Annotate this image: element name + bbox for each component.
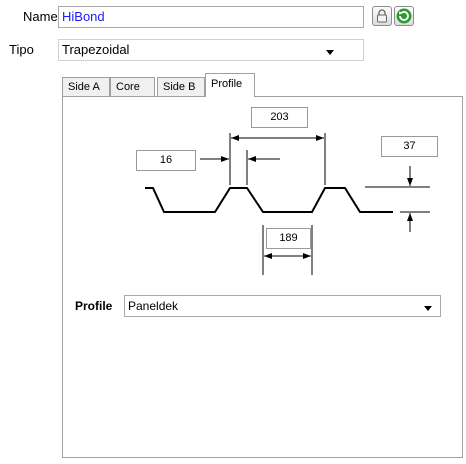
dim-189-arrowhead-right <box>303 253 311 259</box>
trapezoid-profile-line <box>145 187 393 213</box>
dim-189-box[interactable]: 189 <box>266 228 311 249</box>
dim-189-arrowhead-left <box>264 253 272 259</box>
dim-16-box[interactable]: 16 <box>136 150 196 171</box>
profile-select[interactable]: Paneldek <box>124 295 441 317</box>
dim-37-arrowhead-top <box>407 178 413 186</box>
dim-16-arrowhead-left <box>221 156 229 162</box>
profile-select-value: Paneldek <box>128 299 179 313</box>
profile-select-label: Profile <box>75 299 113 313</box>
dim-37-arrowhead-bottom <box>407 213 413 221</box>
profile-chevron-down-icon[interactable] <box>424 306 432 311</box>
dim-203-box[interactable]: 203 <box>251 107 308 128</box>
dim-203-arrowhead-left <box>231 135 239 141</box>
dim-16-arrowhead-right <box>248 156 256 162</box>
dim-37-box[interactable]: 37 <box>381 136 438 157</box>
dim-203-arrowhead-right <box>316 135 324 141</box>
